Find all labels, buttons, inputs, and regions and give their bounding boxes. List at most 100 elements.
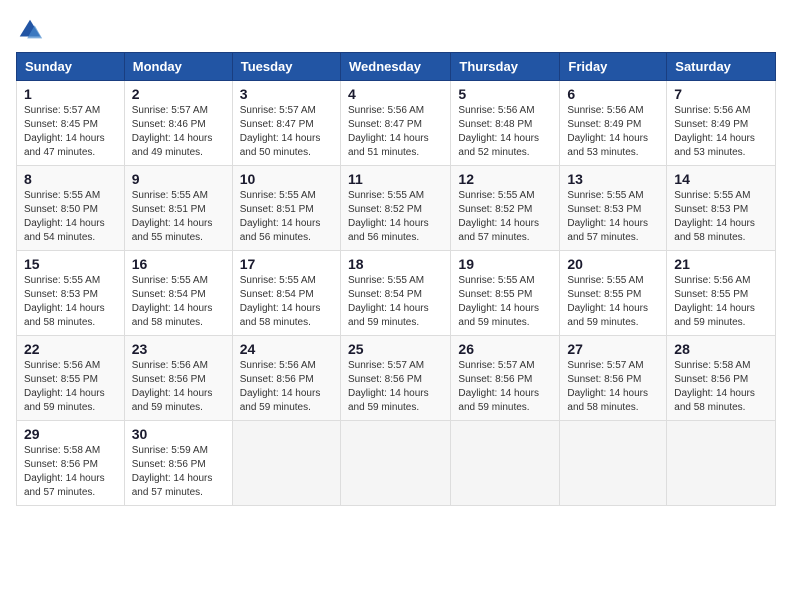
cell-info: Sunrise: 5:57 AMSunset: 8:46 PMDaylight:…: [132, 105, 213, 158]
calendar-cell: 28 Sunrise: 5:58 AMSunset: 8:56 PMDaylig…: [667, 336, 776, 421]
day-number: 12: [458, 171, 552, 187]
calendar-cell: 14 Sunrise: 5:55 AMSunset: 8:53 PMDaylig…: [667, 166, 776, 251]
day-number: 4: [348, 86, 443, 102]
day-number: 25: [348, 341, 443, 357]
day-number: 3: [240, 86, 333, 102]
cell-info: Sunrise: 5:57 AMSunset: 8:56 PMDaylight:…: [348, 360, 429, 413]
cell-info: Sunrise: 5:57 AMSunset: 8:47 PMDaylight:…: [240, 105, 321, 158]
day-number: 17: [240, 256, 333, 272]
day-number: 6: [567, 86, 659, 102]
day-number: 19: [458, 256, 552, 272]
calendar-cell: 10 Sunrise: 5:55 AMSunset: 8:51 PMDaylig…: [232, 166, 340, 251]
cell-info: Sunrise: 5:57 AMSunset: 8:45 PMDaylight:…: [24, 105, 105, 158]
cell-info: Sunrise: 5:57 AMSunset: 8:56 PMDaylight:…: [458, 360, 539, 413]
calendar-week-5: 29 Sunrise: 5:58 AMSunset: 8:56 PMDaylig…: [17, 421, 776, 506]
cell-info: Sunrise: 5:55 AMSunset: 8:54 PMDaylight:…: [348, 275, 429, 328]
calendar-cell: 9 Sunrise: 5:55 AMSunset: 8:51 PMDayligh…: [124, 166, 232, 251]
day-header-wednesday: Wednesday: [340, 53, 450, 81]
cell-info: Sunrise: 5:56 AMSunset: 8:48 PMDaylight:…: [458, 105, 539, 158]
day-header-tuesday: Tuesday: [232, 53, 340, 81]
day-number: 11: [348, 171, 443, 187]
calendar-cell: 25 Sunrise: 5:57 AMSunset: 8:56 PMDaylig…: [340, 336, 450, 421]
calendar-table: SundayMondayTuesdayWednesdayThursdayFrid…: [16, 52, 776, 506]
calendar-cell: [340, 421, 450, 506]
calendar-cell: 1 Sunrise: 5:57 AMSunset: 8:45 PMDayligh…: [17, 81, 125, 166]
calendar-header-row: SundayMondayTuesdayWednesdayThursdayFrid…: [17, 53, 776, 81]
day-number: 29: [24, 426, 117, 442]
calendar-cell: 23 Sunrise: 5:56 AMSunset: 8:56 PMDaylig…: [124, 336, 232, 421]
cell-info: Sunrise: 5:55 AMSunset: 8:55 PMDaylight:…: [458, 275, 539, 328]
cell-info: Sunrise: 5:56 AMSunset: 8:55 PMDaylight:…: [674, 275, 755, 328]
cell-info: Sunrise: 5:55 AMSunset: 8:53 PMDaylight:…: [674, 190, 755, 243]
day-number: 2: [132, 86, 225, 102]
day-number: 22: [24, 341, 117, 357]
day-number: 8: [24, 171, 117, 187]
cell-info: Sunrise: 5:56 AMSunset: 8:47 PMDaylight:…: [348, 105, 429, 158]
calendar-cell: 4 Sunrise: 5:56 AMSunset: 8:47 PMDayligh…: [340, 81, 450, 166]
cell-info: Sunrise: 5:56 AMSunset: 8:49 PMDaylight:…: [567, 105, 648, 158]
calendar-cell: 5 Sunrise: 5:56 AMSunset: 8:48 PMDayligh…: [451, 81, 560, 166]
calendar-cell: 30 Sunrise: 5:59 AMSunset: 8:56 PMDaylig…: [124, 421, 232, 506]
calendar-cell: 11 Sunrise: 5:55 AMSunset: 8:52 PMDaylig…: [340, 166, 450, 251]
cell-info: Sunrise: 5:55 AMSunset: 8:50 PMDaylight:…: [24, 190, 105, 243]
day-number: 14: [674, 171, 768, 187]
day-number: 16: [132, 256, 225, 272]
day-header-saturday: Saturday: [667, 53, 776, 81]
calendar-cell: 12 Sunrise: 5:55 AMSunset: 8:52 PMDaylig…: [451, 166, 560, 251]
day-header-monday: Monday: [124, 53, 232, 81]
calendar-cell: 27 Sunrise: 5:57 AMSunset: 8:56 PMDaylig…: [560, 336, 667, 421]
cell-info: Sunrise: 5:55 AMSunset: 8:54 PMDaylight:…: [132, 275, 213, 328]
day-number: 30: [132, 426, 225, 442]
day-number: 21: [674, 256, 768, 272]
cell-info: Sunrise: 5:56 AMSunset: 8:55 PMDaylight:…: [24, 360, 105, 413]
cell-info: Sunrise: 5:55 AMSunset: 8:52 PMDaylight:…: [348, 190, 429, 243]
day-number: 1: [24, 86, 117, 102]
day-header-friday: Friday: [560, 53, 667, 81]
day-header-thursday: Thursday: [451, 53, 560, 81]
calendar-week-4: 22 Sunrise: 5:56 AMSunset: 8:55 PMDaylig…: [17, 336, 776, 421]
day-number: 28: [674, 341, 768, 357]
day-number: 24: [240, 341, 333, 357]
cell-info: Sunrise: 5:59 AMSunset: 8:56 PMDaylight:…: [132, 445, 213, 498]
calendar-week-3: 15 Sunrise: 5:55 AMSunset: 8:53 PMDaylig…: [17, 251, 776, 336]
calendar-cell: 16 Sunrise: 5:55 AMSunset: 8:54 PMDaylig…: [124, 251, 232, 336]
cell-info: Sunrise: 5:55 AMSunset: 8:52 PMDaylight:…: [458, 190, 539, 243]
calendar-cell: 3 Sunrise: 5:57 AMSunset: 8:47 PMDayligh…: [232, 81, 340, 166]
calendar-week-2: 8 Sunrise: 5:55 AMSunset: 8:50 PMDayligh…: [17, 166, 776, 251]
calendar-cell: 22 Sunrise: 5:56 AMSunset: 8:55 PMDaylig…: [17, 336, 125, 421]
day-number: 15: [24, 256, 117, 272]
calendar-cell: [451, 421, 560, 506]
calendar-cell: 24 Sunrise: 5:56 AMSunset: 8:56 PMDaylig…: [232, 336, 340, 421]
cell-info: Sunrise: 5:57 AMSunset: 8:56 PMDaylight:…: [567, 360, 648, 413]
day-number: 18: [348, 256, 443, 272]
day-number: 26: [458, 341, 552, 357]
calendar-cell: 21 Sunrise: 5:56 AMSunset: 8:55 PMDaylig…: [667, 251, 776, 336]
calendar-cell: 18 Sunrise: 5:55 AMSunset: 8:54 PMDaylig…: [340, 251, 450, 336]
calendar-cell: 26 Sunrise: 5:57 AMSunset: 8:56 PMDaylig…: [451, 336, 560, 421]
day-number: 23: [132, 341, 225, 357]
cell-info: Sunrise: 5:55 AMSunset: 8:51 PMDaylight:…: [132, 190, 213, 243]
calendar-cell: 20 Sunrise: 5:55 AMSunset: 8:55 PMDaylig…: [560, 251, 667, 336]
cell-info: Sunrise: 5:55 AMSunset: 8:53 PMDaylight:…: [24, 275, 105, 328]
calendar-cell: 8 Sunrise: 5:55 AMSunset: 8:50 PMDayligh…: [17, 166, 125, 251]
calendar-week-1: 1 Sunrise: 5:57 AMSunset: 8:45 PMDayligh…: [17, 81, 776, 166]
day-number: 27: [567, 341, 659, 357]
day-number: 13: [567, 171, 659, 187]
day-header-sunday: Sunday: [17, 53, 125, 81]
cell-info: Sunrise: 5:55 AMSunset: 8:53 PMDaylight:…: [567, 190, 648, 243]
logo: [16, 16, 46, 44]
calendar-cell: [560, 421, 667, 506]
day-number: 7: [674, 86, 768, 102]
calendar-cell: [667, 421, 776, 506]
calendar-cell: [232, 421, 340, 506]
calendar-cell: 17 Sunrise: 5:55 AMSunset: 8:54 PMDaylig…: [232, 251, 340, 336]
calendar-cell: 2 Sunrise: 5:57 AMSunset: 8:46 PMDayligh…: [124, 81, 232, 166]
calendar-cell: 15 Sunrise: 5:55 AMSunset: 8:53 PMDaylig…: [17, 251, 125, 336]
cell-info: Sunrise: 5:58 AMSunset: 8:56 PMDaylight:…: [674, 360, 755, 413]
calendar-cell: 6 Sunrise: 5:56 AMSunset: 8:49 PMDayligh…: [560, 81, 667, 166]
cell-info: Sunrise: 5:56 AMSunset: 8:56 PMDaylight:…: [132, 360, 213, 413]
calendar-cell: 19 Sunrise: 5:55 AMSunset: 8:55 PMDaylig…: [451, 251, 560, 336]
page-header: [16, 16, 776, 44]
cell-info: Sunrise: 5:58 AMSunset: 8:56 PMDaylight:…: [24, 445, 105, 498]
day-number: 20: [567, 256, 659, 272]
